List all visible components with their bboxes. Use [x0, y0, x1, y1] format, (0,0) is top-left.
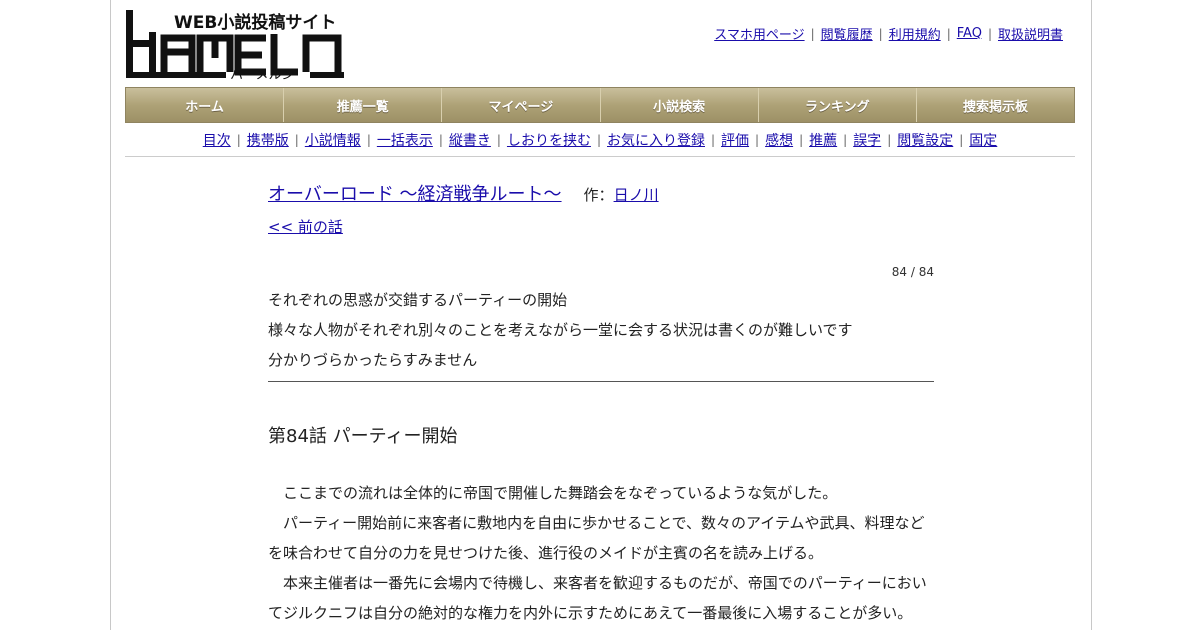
- logo-tagline: WEB小説投稿サイト: [174, 12, 336, 33]
- toplink-history[interactable]: 閲覧履歴: [821, 24, 873, 43]
- chapter-title: 第84話 パーティー開始: [268, 426, 458, 447]
- chapter-preface: それぞれの思惑が交錯するパーティーの開始 様々な人物がそれぞれ別々のことを考えな…: [268, 285, 934, 375]
- subnav-settings[interactable]: 閲覧設定: [897, 130, 953, 150]
- preface-line: 様々な人物がそれぞれ別々のことを考えながら一堂に会する状況は書くのが難しいです: [268, 321, 853, 339]
- hameln-logo[interactable]: WEB小説投稿サイト ハーメルン: [126, 8, 348, 82]
- novel-title-link[interactable]: オーバーロード ～経済戦争ルート～: [268, 180, 562, 206]
- menu-recommend[interactable]: 推薦一覧: [284, 88, 443, 122]
- subnav-all[interactable]: 一括表示: [377, 130, 433, 150]
- subnav-toc[interactable]: 目次: [203, 130, 231, 150]
- subnav-info[interactable]: 小説情報: [305, 130, 361, 150]
- preface-line: それぞれの思惑が交錯するパーティーの開始: [268, 291, 568, 309]
- preface-line: 分かりづらかったらすみません: [268, 351, 478, 369]
- menu-mypage[interactable]: マイページ: [442, 88, 601, 122]
- subnav-bookmark[interactable]: しおりを挟む: [507, 130, 591, 150]
- subnav-vertical[interactable]: 縦書き: [449, 130, 491, 150]
- novel-content: オーバーロード ～経済戦争ルート～ 作：日ノ川 << 前の話 84 / 84 そ…: [268, 180, 934, 628]
- menu-home[interactable]: ホーム: [126, 88, 285, 122]
- prev-chapter-link[interactable]: << 前の話: [268, 218, 343, 236]
- body-paragraph: パーティー開始前に来客者に敷地内を自由に歩かせることで、数々のアイテムや武具、料…: [268, 514, 925, 562]
- subnav-mobile[interactable]: 携帯版: [247, 130, 289, 150]
- subnav-review[interactable]: 感想: [765, 130, 793, 150]
- menu-ranking[interactable]: ランキング: [759, 88, 917, 122]
- subnav-fix[interactable]: 固定: [969, 130, 997, 150]
- logo-kana: ハーメルン: [230, 68, 294, 82]
- divider: [268, 381, 934, 382]
- author-prefix: 作：: [583, 186, 614, 204]
- toplink-manual[interactable]: 取扱説明書: [998, 24, 1063, 43]
- main-menu: ホーム 推薦一覧 マイページ 小説検索 ランキング 捜索掲示板: [125, 87, 1075, 123]
- prev-chapter: << 前の話: [268, 216, 934, 237]
- menu-search[interactable]: 小説検索: [601, 88, 759, 122]
- toplink-smartphone[interactable]: スマホ用ページ: [714, 24, 804, 43]
- subnav-recommend[interactable]: 推薦: [809, 130, 837, 150]
- subnav-typo[interactable]: 誤字: [853, 130, 881, 150]
- chapter-body: ここまでの流れは全体的に帝国で開催した舞踏会をなぞっているような気がした。 パー…: [268, 478, 934, 628]
- page-indicator: 84 / 84: [891, 265, 934, 279]
- top-links: スマホ用ページ | 閲覧履歴 | 利用規約 | FAQ | 取扱説明書: [714, 24, 1063, 43]
- body-paragraph: 本来主催者は一番先に会場内で待機し、来客者を歓迎するものだが、帝国でのパーティー…: [268, 574, 927, 622]
- toplink-faq[interactable]: FAQ: [957, 26, 982, 41]
- subnav-rate[interactable]: 評価: [721, 130, 749, 150]
- page-frame: WEB小説投稿サイト ハーメルン スマホ用ページ | 閲覧履歴 | 利用規約 |…: [110, 0, 1092, 630]
- subnav-favorite[interactable]: お気に入り登録: [607, 130, 705, 150]
- title-line: オーバーロード ～経済戦争ルート～ 作：日ノ川: [268, 180, 934, 206]
- toplink-terms[interactable]: 利用規約: [889, 24, 941, 43]
- novel-subnav: 目次 | 携帯版 | 小説情報 | 一括表示 | 縦書き | しおりを挟む | …: [125, 124, 1075, 157]
- author-link[interactable]: 日ノ川: [614, 186, 659, 204]
- body-paragraph: ここまでの流れは全体的に帝国で開催した舞踏会をなぞっているような気がした。: [268, 484, 838, 502]
- menu-board[interactable]: 捜索掲示板: [917, 88, 1074, 122]
- author-line: 作：日ノ川: [584, 184, 659, 205]
